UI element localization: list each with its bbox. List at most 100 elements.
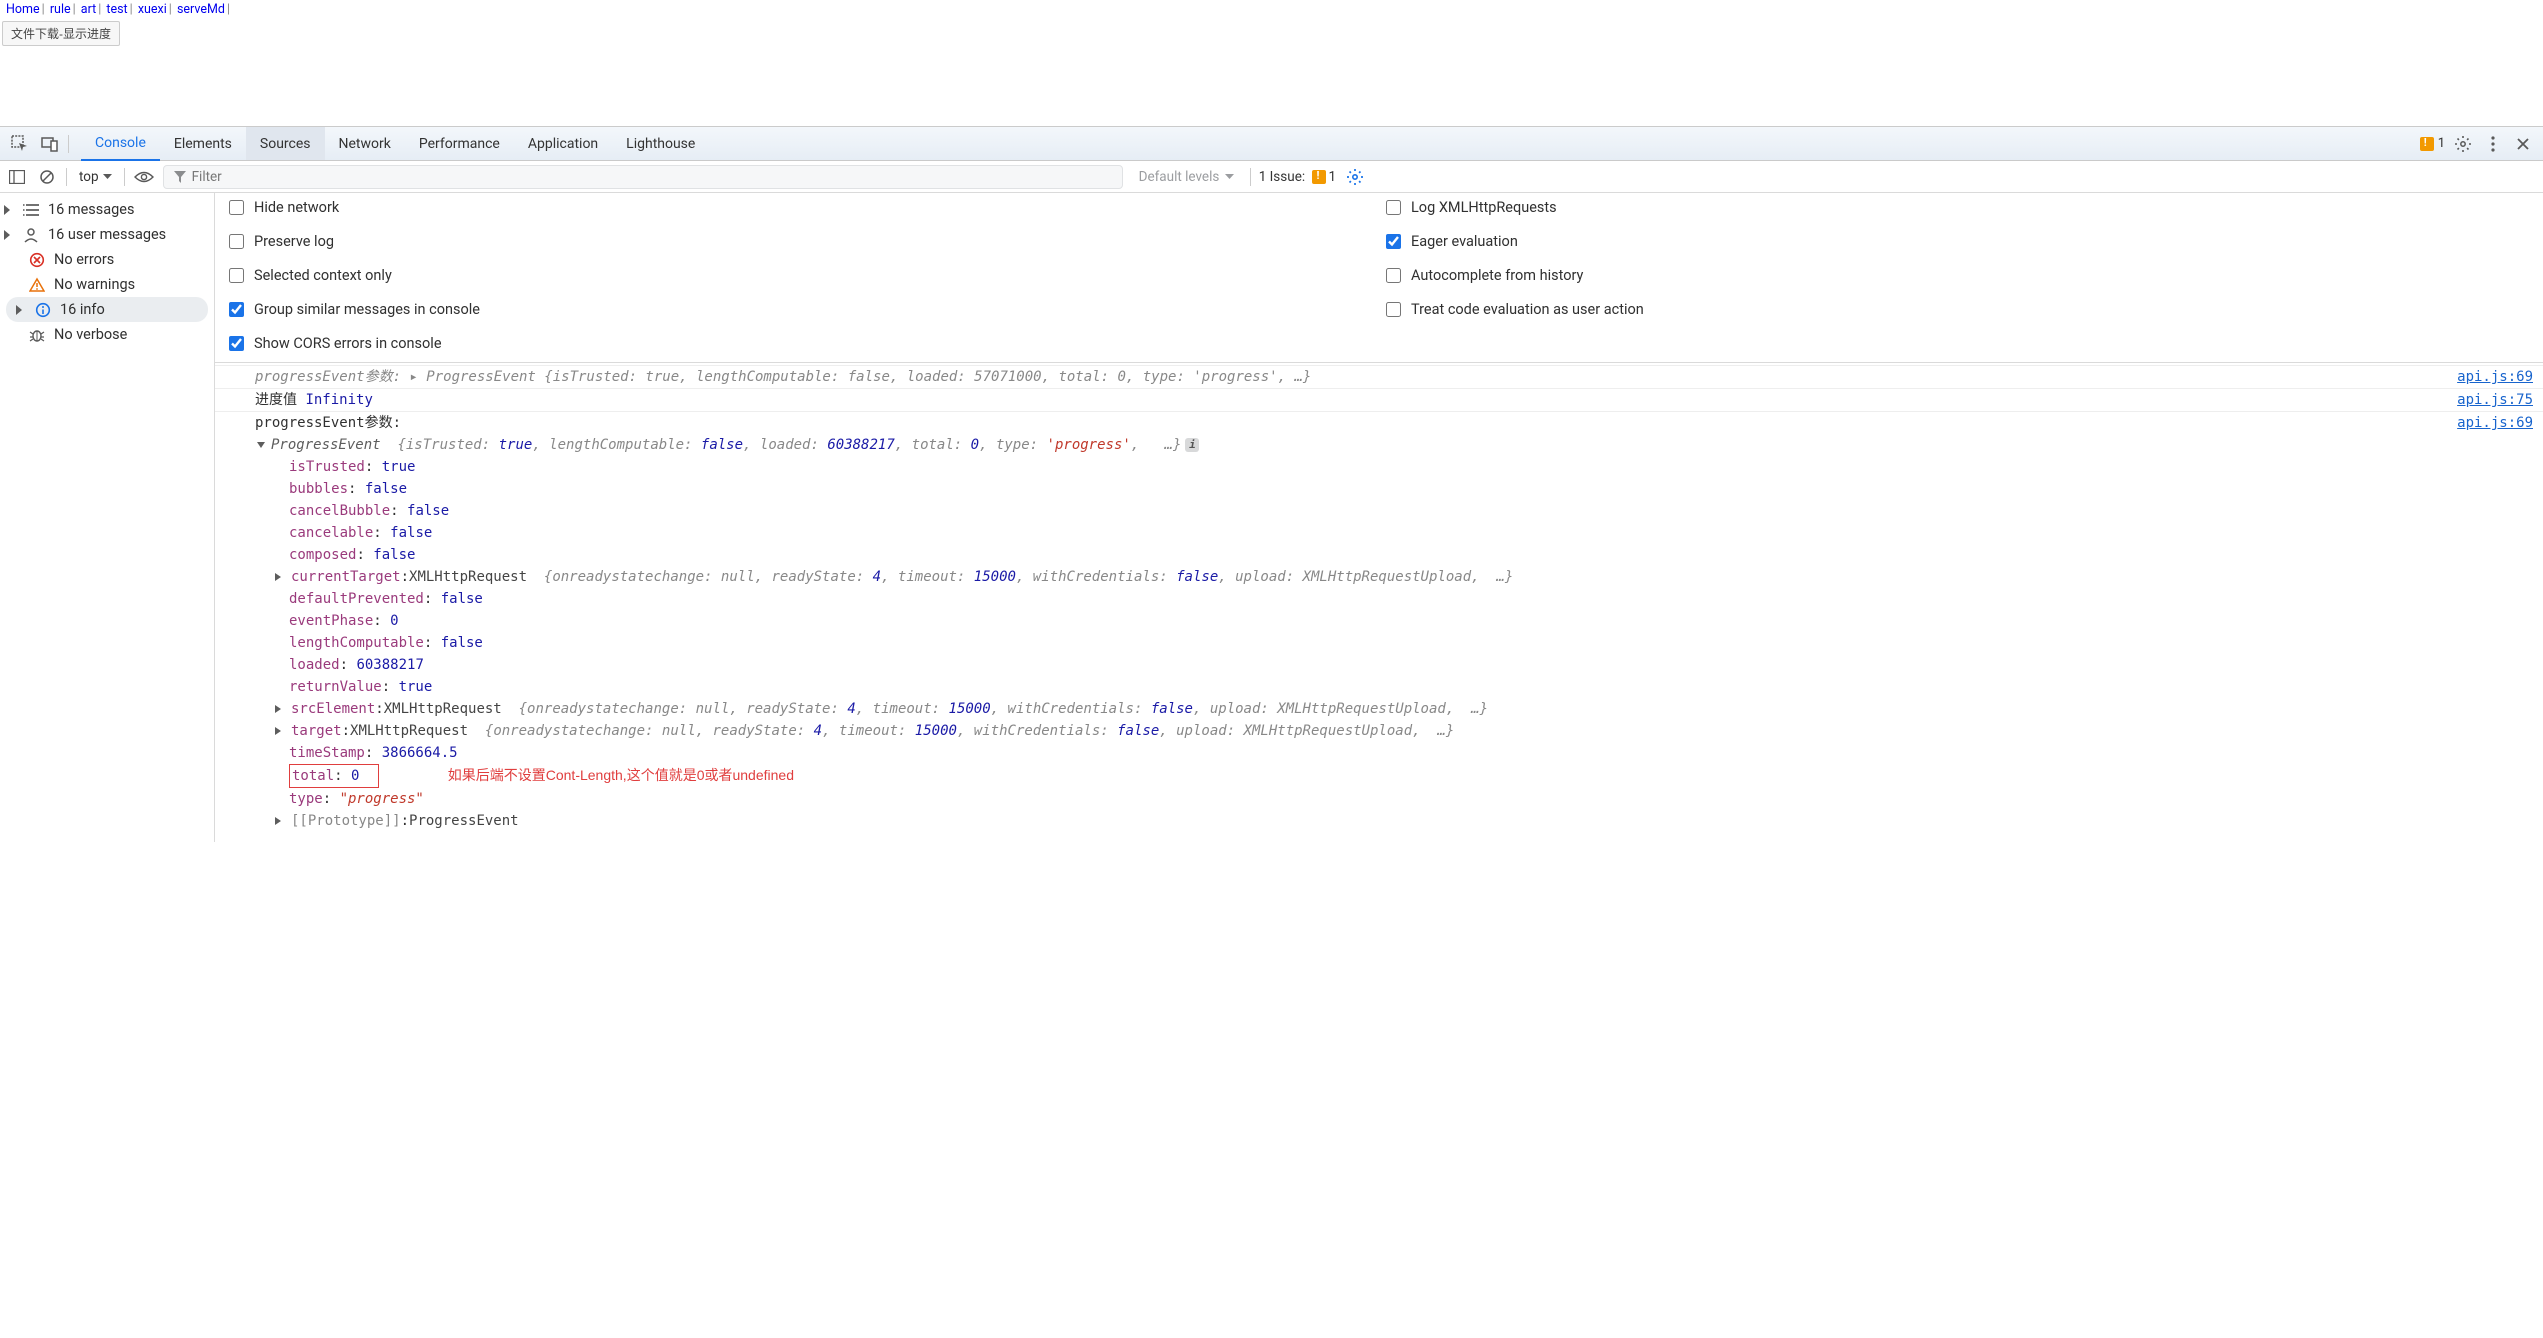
console-output: progressEvent参数: ▸ ProgressEvent {isTrus… <box>215 363 2543 842</box>
sidebar-item-user-messages[interactable]: 16 user messages <box>0 222 214 247</box>
sidebar-item-errors[interactable]: No errors <box>0 247 214 272</box>
issues-summary[interactable]: 1 Issue: 1 <box>1259 169 1336 185</box>
object-property[interactable]: bubbles: false <box>271 478 2543 500</box>
tab-lighthouse[interactable]: Lighthouse <box>612 127 709 160</box>
bug-icon <box>28 327 46 343</box>
info-pill-icon[interactable]: i <box>1185 438 1199 452</box>
execution-context-selector[interactable]: top <box>75 167 116 187</box>
nav-link[interactable]: Home <box>6 2 40 17</box>
chk-user-action[interactable]: Treat code evaluation as user action <box>1386 301 2543 318</box>
settings-gear-icon[interactable] <box>2451 132 2475 156</box>
object-property[interactable]: timeStamp: 3866664.5 <box>271 742 2543 764</box>
tab-network[interactable]: Network <box>325 127 405 160</box>
tab-console[interactable]: Console <box>81 127 160 161</box>
source-link[interactable]: api.js:75 <box>2457 389 2533 411</box>
object-prototype[interactable]: [[Prototype]]: ProgressEvent <box>271 810 2543 832</box>
log-levels-selector[interactable]: Default levels <box>1131 167 1242 187</box>
tab-sources[interactable]: Sources <box>246 127 325 160</box>
chk-group-similar[interactable]: Group similar messages in console <box>229 301 1386 318</box>
nav-link[interactable]: xuexi <box>138 2 167 17</box>
object-property-expandable[interactable]: target: XMLHttpRequest {onreadystatechan… <box>271 720 2543 742</box>
caret-icon <box>4 205 10 215</box>
user-icon <box>22 227 40 243</box>
console-settings-gear-icon[interactable] <box>1344 166 1366 188</box>
object-tree: ProgressEvent {isTrusted: true, lengthCo… <box>215 434 2543 832</box>
close-devtools-icon[interactable] <box>2511 132 2535 156</box>
inspect-element-icon[interactable] <box>8 132 32 156</box>
log-row[interactable]: progressEvent参数: ▸ ProgressEvent {isTrus… <box>215 365 2543 388</box>
chk-preserve-log[interactable]: Preserve log <box>229 233 1386 250</box>
sidebar-item-messages[interactable]: 16 messages <box>0 197 214 222</box>
filter-input[interactable]: Filter <box>163 165 1123 189</box>
nav-link[interactable]: art <box>81 2 96 17</box>
console-settings-panel: Hide network Preserve log Selected conte… <box>215 193 2543 363</box>
nav-link[interactable]: serveMd <box>177 2 225 17</box>
object-summary[interactable]: ProgressEvent {isTrusted: true, lengthCo… <box>271 434 2543 456</box>
object-property-expandable[interactable]: currentTarget: XMLHttpRequest {onreadyst… <box>271 566 2543 588</box>
file-download-button[interactable]: 文件下载-显示进度 <box>2 21 120 46</box>
object-property[interactable]: defaultPrevented: false <box>271 588 2543 610</box>
tab-application[interactable]: Application <box>514 127 612 160</box>
object-property[interactable]: loaded: 60388217 <box>271 654 2543 676</box>
chk-hide-network[interactable]: Hide network <box>229 199 1386 216</box>
object-property[interactable]: eventPhase: 0 <box>271 610 2543 632</box>
chk-log-xhr[interactable]: Log XMLHttpRequests <box>1386 199 2543 216</box>
source-link[interactable]: api.js:69 <box>2457 412 2533 434</box>
nav-link[interactable]: test <box>106 2 127 17</box>
caret-icon <box>16 305 22 315</box>
error-icon <box>28 252 46 268</box>
divider <box>66 168 67 186</box>
issues-indicator[interactable]: 1 <box>2420 136 2445 151</box>
chk-selected-context[interactable]: Selected context only <box>229 267 1386 284</box>
sidebar-item-info[interactable]: 16 info <box>6 297 208 322</box>
sidebar-item-verbose[interactable]: No verbose <box>0 322 214 347</box>
log-row[interactable]: 进度值 Infinity api.js:75 <box>215 388 2543 411</box>
log-row[interactable]: progressEvent参数: api.js:69 <box>215 411 2543 434</box>
object-property[interactable]: composed: false <box>271 544 2543 566</box>
tab-elements[interactable]: Elements <box>160 127 246 160</box>
tab-performance[interactable]: Performance <box>405 127 514 160</box>
toggle-sidebar-icon[interactable] <box>6 166 28 188</box>
info-icon <box>34 302 52 318</box>
sidebar-item-warnings[interactable]: No warnings <box>0 272 214 297</box>
devtools-tabs: Console Elements Sources Network Perform… <box>81 127 709 160</box>
object-property[interactable]: type: "progress" <box>271 788 2543 810</box>
page-nav: Home| rule| art| test| xuexi| serveMd| <box>0 0 2543 19</box>
object-property[interactable]: cancelBubble: false <box>271 500 2543 522</box>
object-property[interactable]: cancelable: false <box>271 522 2543 544</box>
console-toolbar: top Filter Default levels 1 Issue: 1 <box>0 161 2543 193</box>
expand-caret-icon <box>275 573 285 581</box>
chevron-down-icon <box>103 174 112 180</box>
chk-autocomplete[interactable]: Autocomplete from history <box>1386 267 2543 284</box>
object-property[interactable]: returnValue: true <box>271 676 2543 698</box>
clear-console-icon[interactable] <box>36 166 58 188</box>
red-annotation: 如果后端不设置Cont-Length,这个值就是0或者undefined <box>448 767 794 783</box>
source-link[interactable]: api.js:69 <box>2457 366 2533 388</box>
divider <box>68 135 69 153</box>
warning-icon <box>1312 170 1326 184</box>
object-property-highlighted[interactable]: total: 0 如果后端不设置Cont-Length,这个值就是0或者unde… <box>271 764 2543 788</box>
chk-eager-eval[interactable]: Eager evaluation <box>1386 233 2543 250</box>
list-icon <box>22 203 40 217</box>
warning-triangle-icon <box>28 277 46 293</box>
divider <box>1250 168 1251 186</box>
devtools-tabbar: Console Elements Sources Network Perform… <box>0 127 2543 161</box>
caret-icon <box>4 230 10 240</box>
devtools-panel: Console Elements Sources Network Perform… <box>0 126 2543 842</box>
nav-link[interactable]: rule <box>50 2 71 17</box>
object-property-expandable[interactable]: srcElement: XMLHttpRequest {onreadystate… <box>271 698 2543 720</box>
object-property[interactable]: isTrusted: true <box>271 456 2543 478</box>
object-property[interactable]: lengthComputable: false <box>271 632 2543 654</box>
chk-show-cors[interactable]: Show CORS errors in console <box>229 335 1386 352</box>
filter-icon <box>174 171 186 183</box>
live-expression-eye-icon[interactable] <box>133 166 155 188</box>
divider <box>124 168 125 186</box>
expand-caret-icon <box>257 442 265 448</box>
chevron-down-icon <box>1225 174 1234 180</box>
device-toolbar-icon[interactable] <box>38 132 62 156</box>
kebab-menu-icon[interactable] <box>2481 132 2505 156</box>
expand-caret-icon <box>275 817 285 825</box>
warning-icon <box>2420 137 2434 151</box>
expand-caret-icon <box>275 705 285 713</box>
expand-caret-icon <box>275 727 285 735</box>
